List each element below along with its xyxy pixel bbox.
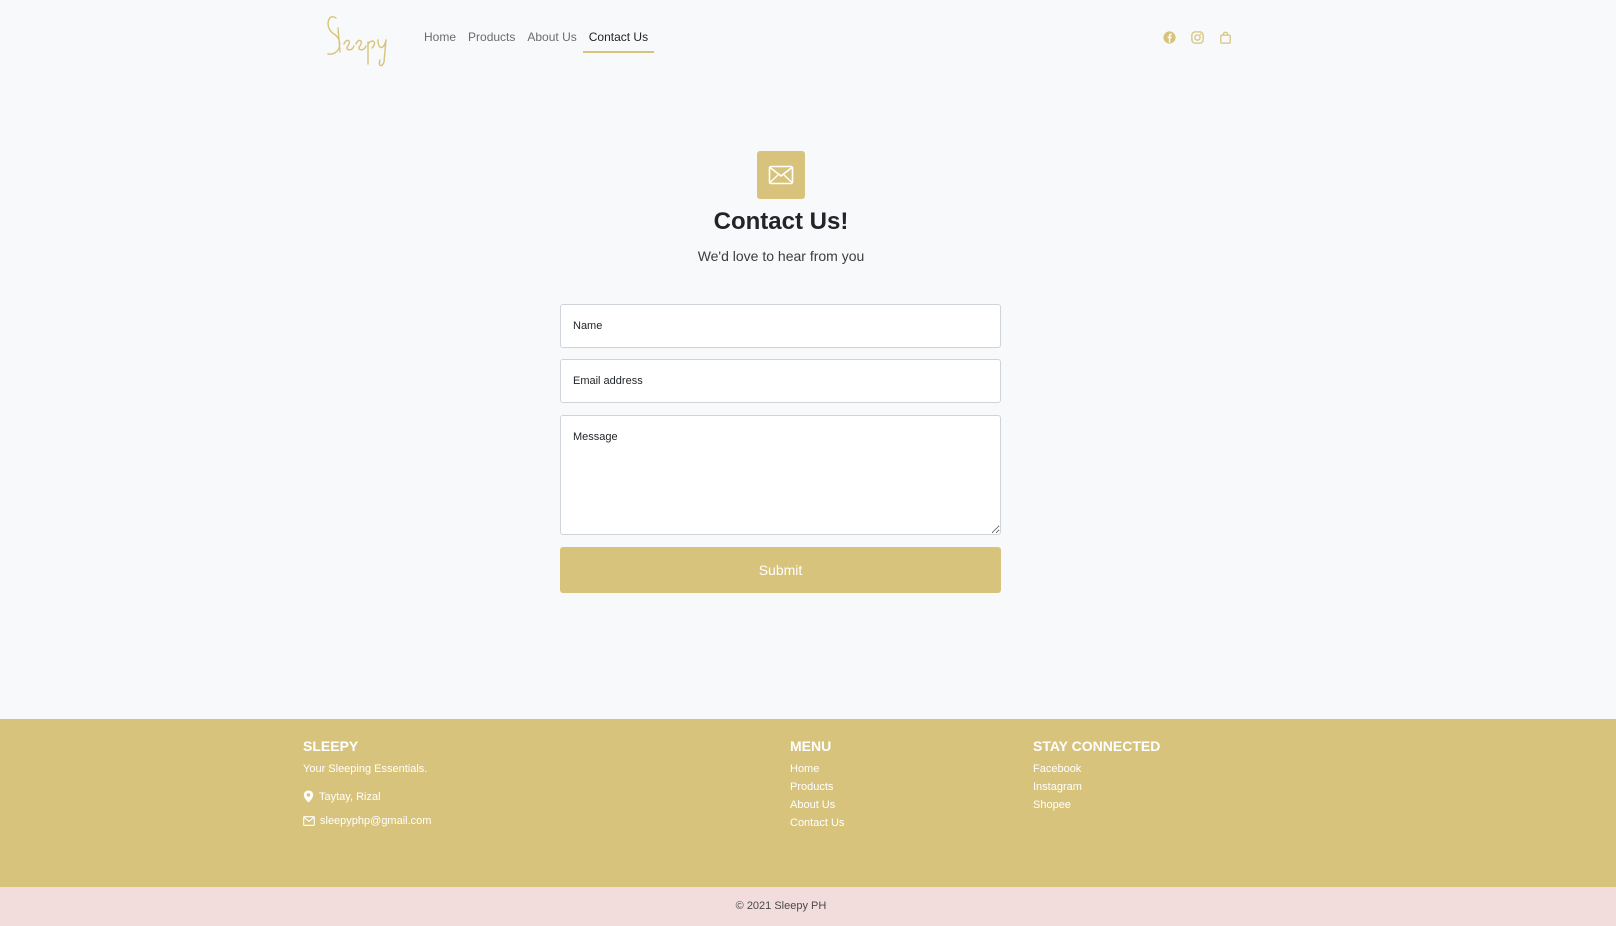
envelope-icon <box>768 165 794 185</box>
envelope-icon <box>303 816 315 826</box>
footer-social-heading: STAY CONNECTED <box>1033 738 1161 754</box>
name-field[interactable] <box>560 304 1001 348</box>
footer-link-shopee[interactable]: Shopee <box>1033 796 1160 814</box>
copyright-bar: © 2021 Sleepy PH <box>0 887 1616 926</box>
message-field[interactable] <box>560 415 1001 535</box>
page-subtitle: We'd love to hear from you <box>697 248 865 264</box>
email-field[interactable] <box>560 359 1001 403</box>
footer-link-facebook[interactable]: Facebook <box>1033 760 1160 778</box>
footer-location: Taytay, Rizal <box>303 790 431 803</box>
footer-link-about-us[interactable]: About Us <box>790 796 844 814</box>
footer-brand-heading: SLEEPY <box>303 738 359 754</box>
footer-social-column: STAY CONNECTED Facebook Instagram Shopee <box>1033 738 1160 814</box>
nav-icons <box>1162 30 1233 45</box>
footer-link-products[interactable]: Products <box>790 778 844 796</box>
sleepy-logo[interactable] <box>322 6 394 70</box>
footer-tagline: Your Sleeping Essentials. <box>303 763 428 775</box>
nav-link-about-us[interactable]: About Us <box>527 28 576 46</box>
navbar: Home Products About Us Contact Us <box>0 0 1616 76</box>
nav-link-contact-us[interactable]: Contact Us <box>582 28 655 53</box>
footer-location-text: Taytay, Rizal <box>319 790 381 803</box>
instagram-icon[interactable] <box>1190 30 1205 45</box>
page-title: Contact Us! <box>713 208 849 235</box>
footer-brand-column: SLEEPY Your Sleeping Essentials. Taytay,… <box>303 738 431 827</box>
footer-email: sleepyphp@gmail.com <box>303 815 431 827</box>
shopping-bag-icon[interactable] <box>1218 30 1233 45</box>
nav-link-products[interactable]: Products <box>468 28 515 46</box>
nav-link-home[interactable]: Home <box>424 28 456 46</box>
copyright-text: © 2021 Sleepy PH <box>735 900 827 912</box>
map-pin-icon <box>303 790 314 803</box>
main-nav: Home Products About Us Contact Us <box>424 28 660 53</box>
submit-button[interactable]: Submit <box>560 547 1001 593</box>
footer-link-instagram[interactable]: Instagram <box>1033 778 1160 796</box>
footer-link-contact-us[interactable]: Contact Us <box>790 814 844 832</box>
facebook-icon[interactable] <box>1162 30 1177 45</box>
envelope-icon-box <box>757 151 805 199</box>
footer-menu-heading: MENU <box>790 738 832 754</box>
footer-link-home[interactable]: Home <box>790 760 844 778</box>
footer-menu-column: MENU Home Products About Us Contact Us <box>790 738 844 832</box>
footer-email-text[interactable]: sleepyphp@gmail.com <box>320 815 431 827</box>
footer: SLEEPY Your Sleeping Essentials. Taytay,… <box>0 719 1616 887</box>
